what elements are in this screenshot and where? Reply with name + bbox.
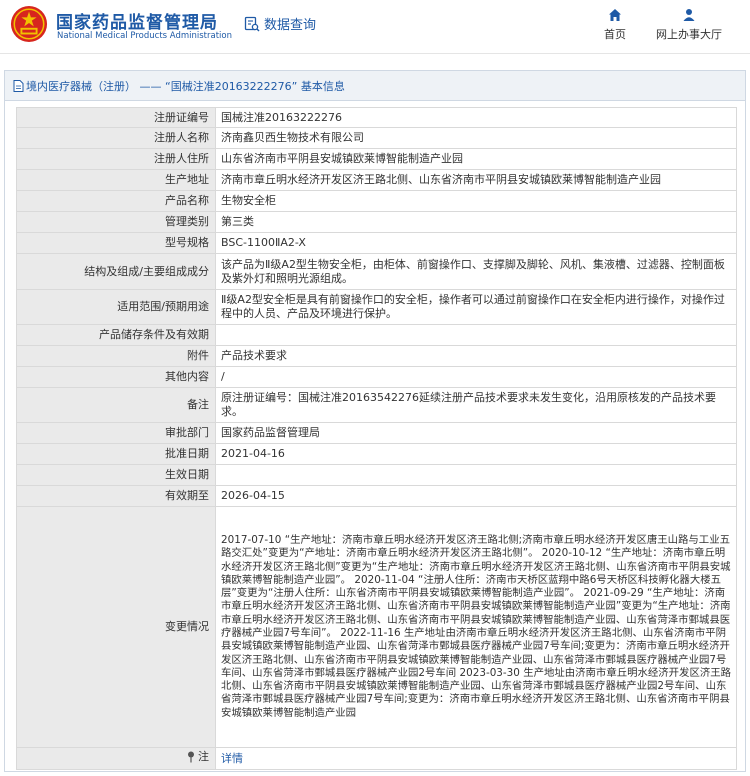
field-value: [215, 324, 737, 346]
field-label: 产品名称: [16, 190, 216, 212]
table-row: 产品名称 生物安全柜: [16, 190, 737, 212]
field-value: [215, 464, 737, 486]
nav-home-label: 首页: [604, 28, 626, 41]
field-value: 济南市章丘明水经济开发区济王路北侧、山东省济南市平阴县安城镇欧莱博智能制造产业园: [215, 169, 737, 191]
field-value: Ⅱ级A2型安全柜是具有前窗操作口的安全柜，操作者可以通过前窗操作口在安全柜内进行…: [215, 289, 737, 325]
table-row: 其他内容 /: [16, 366, 737, 388]
field-value: 生物安全柜: [215, 190, 737, 212]
field-label: 注册人名称: [16, 127, 216, 149]
table-row: 生效日期: [16, 464, 737, 486]
document-icon: [13, 79, 24, 92]
field-label: 生效日期: [16, 464, 216, 486]
device-info-table: 注册证编号 国械注准20163222276 注册人名称 济南鑫贝西生物技术有限公…: [16, 107, 737, 770]
table-row: 产品储存条件及有效期: [16, 324, 737, 346]
data-query-icon: [244, 16, 260, 31]
home-icon: [609, 9, 621, 21]
table-row: 注 详情: [16, 747, 737, 770]
table-row: 批准日期 2021-04-16: [16, 443, 737, 465]
national-emblem-logo[interactable]: [10, 5, 48, 43]
table-row: 结构及组成/主要组成成分 该产品为Ⅱ级A2型生物安全柜，由柜体、前窗操作口、支撑…: [16, 253, 737, 290]
field-value: 该产品为Ⅱ级A2型生物安全柜，由柜体、前窗操作口、支撑脚及脚轮、风机、集液槽、过…: [215, 253, 737, 290]
table-row: 变更情况 2017-07-10 “生产地址：济南市章丘明水经济开发区济王路北侧;…: [16, 506, 737, 748]
table-row: 注册人名称 济南鑫贝西生物技术有限公司: [16, 127, 737, 149]
pushpin-icon: [188, 751, 194, 763]
field-value: /: [215, 366, 737, 388]
table-row: 适用范围/预期用途 Ⅱ级A2型安全柜是具有前窗操作口的安全柜，操作者可以通过前窗…: [16, 289, 737, 325]
nav-online-office[interactable]: 网上办事大厅: [656, 8, 722, 42]
brand-title[interactable]: 国家药品监督管理局: [56, 8, 218, 33]
brand-subtitle: National Medical Products Administration: [57, 31, 232, 41]
field-label: 注: [16, 747, 216, 770]
table-row: 有效期至 2026-04-15: [16, 485, 737, 507]
field-value: 详情: [215, 747, 737, 770]
field-label: 型号规格: [16, 232, 216, 254]
breadcrumb: 境内医疗器械（注册） —— “国械注准20163222276” 基本信息: [5, 71, 745, 101]
nav-home[interactable]: 首页: [604, 8, 626, 42]
field-value: 产品技术要求: [215, 345, 737, 367]
note-label-text: 注: [198, 750, 209, 763]
field-label: 结构及组成/主要组成成分: [16, 253, 216, 290]
field-value: 2021-04-16: [215, 443, 737, 465]
field-label: 审批部门: [16, 422, 216, 444]
field-value: 济南鑫贝西生物技术有限公司: [215, 127, 737, 149]
table-row: 生产地址 济南市章丘明水经济开发区济王路北侧、山东省济南市平阴县安城镇欧莱博智能…: [16, 169, 737, 191]
field-value: 2026-04-15: [215, 485, 737, 507]
site-header: 国家药品监督管理局 National Medical Products Admi…: [0, 0, 750, 54]
table-row: 管理类别 第三类: [16, 211, 737, 233]
field-value: 国家药品监督管理局: [215, 422, 737, 444]
breadcrumb-text: 境内医疗器械（注册） —— “国械注准20163222276” 基本信息: [26, 79, 345, 93]
field-label: 注册证编号: [16, 107, 216, 128]
field-value: 山东省济南市平阴县安城镇欧莱博智能制造产业园: [215, 148, 737, 170]
table-row: 型号规格 BSC-1100ⅡA2-X: [16, 232, 737, 254]
field-label: 注册人住所: [16, 148, 216, 170]
field-value: 原注册证编号：国械注准20163542276延续注册产品技术要求未发生变化，沿用…: [215, 387, 737, 423]
detail-panel: 境内医疗器械（注册） —— “国械注准20163222276” 基本信息 注册证…: [4, 70, 746, 772]
field-label: 管理类别: [16, 211, 216, 233]
details-link[interactable]: 详情: [221, 752, 243, 765]
nav-online-office-label: 网上办事大厅: [656, 28, 722, 41]
field-value: 国械注准20163222276: [215, 107, 737, 128]
field-label: 附件: [16, 345, 216, 367]
field-value: 第三类: [215, 211, 737, 233]
field-label: 有效期至: [16, 485, 216, 507]
field-label: 变更情况: [16, 506, 216, 748]
field-label: 备注: [16, 387, 216, 423]
field-label: 其他内容: [16, 366, 216, 388]
change-history-value: 2017-07-10 “生产地址：济南市章丘明水经济开发区济王路北侧;济南市章丘…: [215, 506, 737, 748]
table-row: 注册人住所 山东省济南市平阴县安城镇欧莱博智能制造产业园: [16, 148, 737, 170]
person-icon: [683, 9, 695, 21]
table-row: 备注 原注册证编号：国械注准20163542276延续注册产品技术要求未发生变化…: [16, 387, 737, 423]
table-row: 审批部门 国家药品监督管理局: [16, 422, 737, 444]
field-label: 批准日期: [16, 443, 216, 465]
table-row: 注册证编号 国械注准20163222276: [16, 107, 737, 128]
table-row: 附件 产品技术要求: [16, 345, 737, 367]
field-label: 适用范围/预期用途: [16, 289, 216, 325]
field-label: 产品储存条件及有效期: [16, 324, 216, 346]
field-value: BSC-1100ⅡA2-X: [215, 232, 737, 254]
data-query-label: 数据查询: [264, 18, 317, 33]
data-query-link[interactable]: 数据查询: [244, 14, 316, 33]
note-label: 注: [186, 750, 209, 764]
field-label: 生产地址: [16, 169, 216, 191]
